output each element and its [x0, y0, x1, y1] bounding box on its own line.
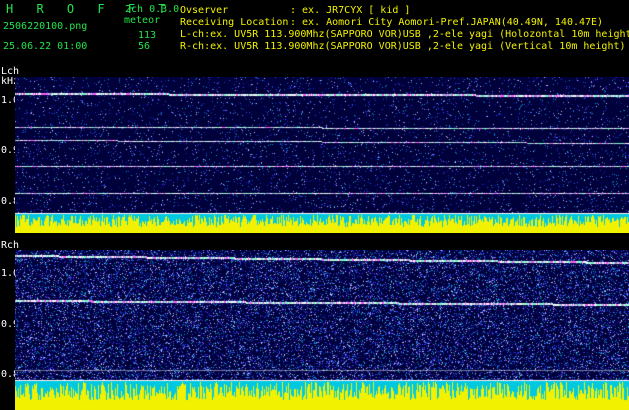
rch-spectrogram [15, 250, 629, 410]
hrofft-window: H R O F F T 2ch 0.3.0 2506220100.png met… [0, 0, 629, 410]
file-name: 2506220100.png [3, 21, 88, 32]
location-label: Receiving Location [180, 17, 289, 28]
lch-spectrogram-canvas [15, 77, 629, 233]
date-time: 25.06.22 01:00 [3, 41, 88, 52]
observer-label: Ovserver [180, 5, 229, 16]
mode-label: meteor [124, 15, 161, 26]
rch-spectrogram-canvas [15, 250, 629, 410]
lch-spectrogram [15, 77, 629, 233]
meteor-count-rch: 56 [138, 41, 151, 52]
observer-value: : ex. JR7CYX [ kid ] [290, 5, 411, 16]
location-value: : ex. Aomori City Aomori-Pref.JAPAN(40.4… [290, 17, 604, 28]
rch-info: R-ch:ex. UV5R 113.900Mhz(SAPPORO VOR)USB… [180, 41, 626, 52]
lch-info: L-ch:ex. UV5R 113.900Mhz(SAPPORO VOR)USB… [180, 29, 629, 40]
